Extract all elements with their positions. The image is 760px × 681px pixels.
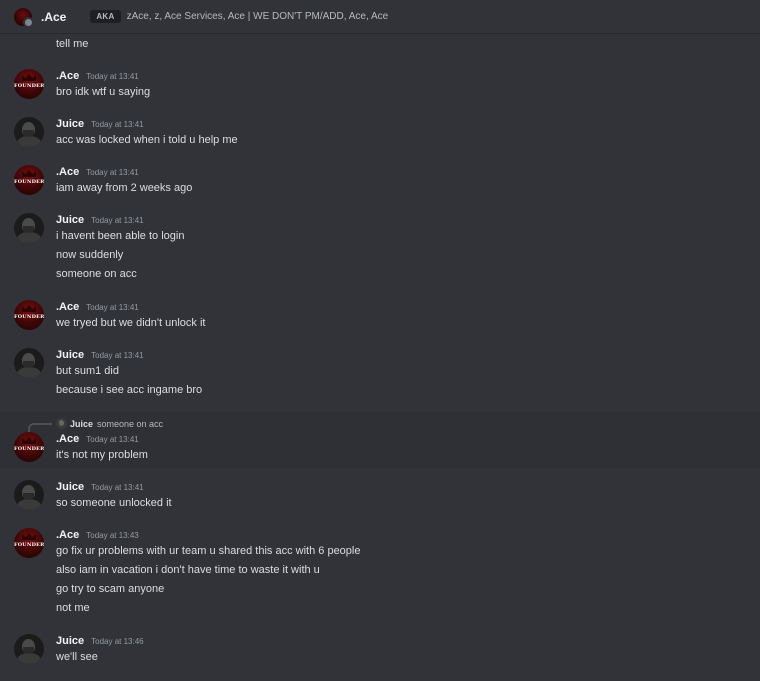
message-header: .Ace Today at 13:41 (56, 301, 139, 313)
founder-avatar[interactable]: FOUNDER (14, 528, 44, 558)
message-text: acc was locked when i told u help me (56, 134, 238, 146)
message-text: go fix ur problems with ur team u shared… (56, 545, 361, 557)
header-username[interactable]: .Ace (41, 10, 66, 24)
timestamp: Today at 13:41 (86, 168, 139, 177)
reply-spine (28, 423, 52, 432)
message-text: but sum1 did (56, 365, 119, 377)
timestamp: Today at 13:41 (91, 216, 144, 225)
timestamp: Today at 13:43 (86, 531, 139, 540)
author-name[interactable]: .Ace (56, 433, 79, 445)
author-name[interactable]: Juice (56, 349, 84, 361)
juice-avatar[interactable] (14, 634, 44, 664)
reply-text[interactable]: someone on acc (97, 419, 163, 429)
juice-avatar[interactable] (14, 213, 44, 243)
founder-avatar[interactable]: FOUNDER (14, 69, 44, 99)
message-header: .Ace Today at 13:43 (56, 529, 139, 541)
message-text: we tryed but we didn't unlock it (56, 317, 206, 329)
message-text: because i see acc ingame bro (56, 384, 203, 396)
juice-avatar[interactable] (14, 117, 44, 147)
founder-avatar[interactable]: FOUNDER (14, 432, 44, 462)
status-dot-icon (23, 16, 34, 28)
message-header: Juice Today at 13:41 (56, 481, 144, 493)
message-header: Juice Today at 13:46 (56, 635, 144, 647)
reply-author[interactable]: Juice (70, 419, 93, 429)
message-header: .Ace Today at 13:41 (56, 433, 139, 445)
timestamp: Today at 13:41 (91, 483, 144, 492)
message-text: someone on acc (56, 268, 137, 280)
author-name[interactable]: .Ace (56, 166, 79, 178)
timestamp: Today at 13:41 (91, 351, 144, 360)
dm-header: .Ace AKA zAce, z, Ace Services, Ace | WE… (0, 0, 760, 34)
author-name[interactable]: .Ace (56, 301, 79, 313)
founder-avatar[interactable]: FOUNDER (14, 165, 44, 195)
author-name[interactable]: .Ace (56, 70, 79, 82)
aka-badge: AKA (90, 10, 121, 23)
timestamp: Today at 13:41 (86, 435, 139, 444)
timestamp: Today at 13:41 (91, 120, 144, 129)
timestamp: Today at 13:41 (86, 72, 139, 81)
message-header: .Ace Today at 13:41 (56, 70, 139, 82)
message-list: tell me FOUNDER .Ace Today at 13:41 bro … (0, 34, 760, 681)
timestamp: Today at 13:46 (91, 637, 144, 646)
message-header: Juice Today at 13:41 (56, 214, 144, 226)
author-name[interactable]: .Ace (56, 529, 79, 541)
message-text: it's not my problem (56, 449, 148, 461)
message-text: i havent been able to login (56, 230, 185, 242)
message-text: tell me (56, 38, 89, 50)
message-text: we'll see (56, 651, 98, 663)
message-header: Juice Today at 13:41 (56, 118, 144, 130)
message-text: go try to scam anyone (56, 583, 165, 595)
founder-avatar[interactable]: FOUNDER (14, 300, 44, 330)
author-name[interactable]: Juice (56, 118, 84, 130)
juice-avatar[interactable] (14, 480, 44, 510)
message-text: bro idk wtf u saying (56, 86, 151, 98)
author-name[interactable]: Juice (56, 481, 84, 493)
message-text: iam away from 2 weeks ago (56, 182, 193, 194)
message-text: now suddenly (56, 249, 124, 261)
juice-avatar[interactable] (14, 348, 44, 378)
aka-names: zAce, z, Ace Services, Ace | WE DON'T PM… (126, 11, 389, 22)
reply-preview[interactable]: Juice someone on acc (28, 415, 163, 432)
author-name[interactable]: Juice (56, 214, 84, 226)
message-header: Juice Today at 13:41 (56, 349, 144, 361)
author-name[interactable]: Juice (56, 635, 84, 647)
message-text: not me (56, 602, 90, 614)
message-header: .Ace Today at 13:41 (56, 166, 139, 178)
message-text: so someone unlocked it (56, 497, 172, 509)
header-avatar[interactable] (14, 7, 34, 28)
timestamp: Today at 13:41 (86, 303, 139, 312)
reply-avatar (56, 418, 67, 429)
message-text: also iam in vacation i don't have time t… (56, 564, 320, 576)
